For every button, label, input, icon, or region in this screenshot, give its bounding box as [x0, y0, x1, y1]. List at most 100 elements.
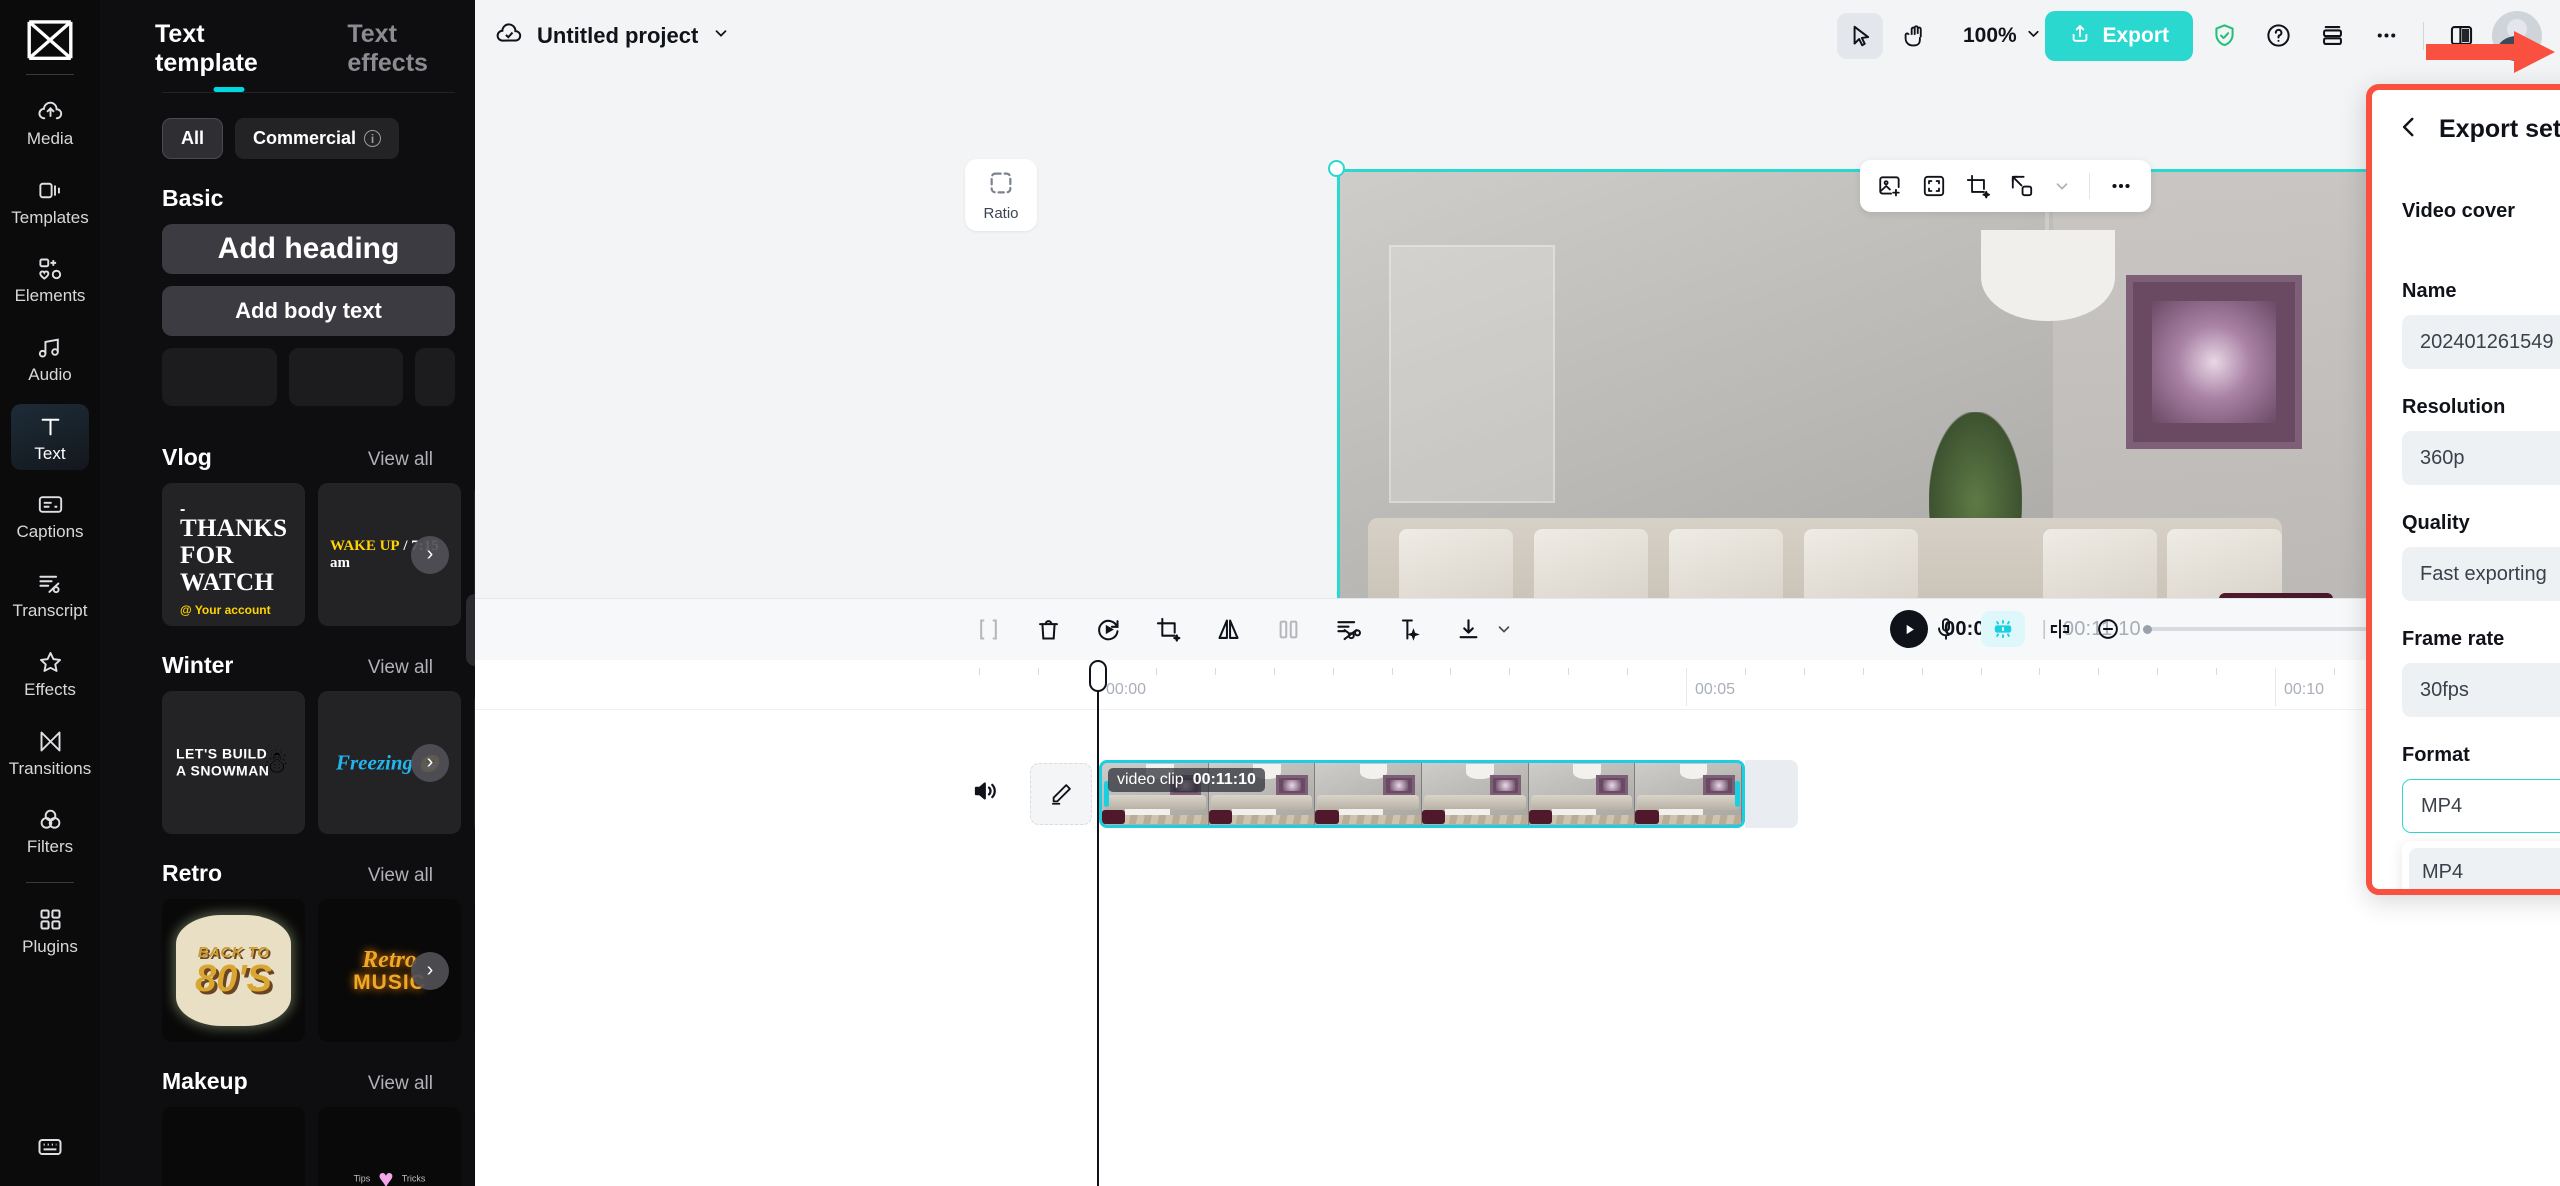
clip-trim-handle-right[interactable] — [1735, 780, 1740, 807]
tab-text-template[interactable]: Text template — [155, 20, 303, 92]
playhead[interactable] — [1089, 659, 1107, 1186]
layers-stack-icon[interactable] — [2309, 13, 2355, 59]
clip-frame — [1635, 762, 1742, 825]
timeline-video-clip[interactable]: video clip 00:11:10 — [1099, 759, 1745, 828]
chevron-down-icon — [712, 24, 730, 47]
play-button[interactable] — [1890, 610, 1928, 648]
pip-overlay-icon[interactable] — [2009, 173, 2035, 199]
crop-magic-icon[interactable] — [1965, 173, 1991, 199]
chip-commercial[interactable]: Commercial i — [235, 118, 400, 159]
sidebar-item-captions[interactable]: Captions — [11, 482, 89, 549]
chevron-left-icon[interactable] — [2396, 114, 2422, 145]
help-question-icon[interactable] — [2255, 13, 2301, 59]
sidebar-item-transitions[interactable]: Transitions — [8, 719, 92, 786]
zoom-level-control[interactable]: 100% — [1963, 24, 2042, 48]
name-input[interactable]: 202401261549 — [2402, 315, 2560, 369]
add-heading-button[interactable]: Add heading — [162, 224, 455, 274]
scroll-next-button[interactable]: › — [411, 535, 449, 574]
shield-check-icon[interactable] — [2201, 13, 2247, 59]
keyframe-icon[interactable] — [1395, 616, 1422, 643]
sidebar-item-plugins[interactable]: Plugins — [11, 897, 89, 964]
tab-text-effects[interactable]: Text effects — [347, 20, 475, 92]
heart-icon: ♥ — [378, 1163, 394, 1186]
capcut-logo-icon[interactable] — [24, 18, 76, 62]
scroll-next-button[interactable]: › — [411, 743, 449, 782]
sidebar-item-effects[interactable]: Effects — [11, 640, 89, 707]
timeline-zoom-slider[interactable] — [2143, 625, 2371, 634]
template-card-thanks-for-watch[interactable]: - THANKS FOR WATCH @ Your account — [162, 483, 305, 626]
resolution-select[interactable]: 360p — [2402, 431, 2560, 485]
quality-select[interactable]: Fast exporting — [2402, 547, 2560, 601]
ratio-button[interactable]: Ratio — [965, 159, 1037, 231]
chip-all[interactable]: All — [162, 118, 224, 159]
timeline-toolbar: 00:00:00 | 00:11:10 — [475, 597, 2560, 660]
zoom-out-icon[interactable] — [2095, 616, 2121, 642]
ruler-minor-tick — [1627, 667, 1629, 675]
clip-frame — [1315, 762, 1423, 825]
chevron-down-icon[interactable] — [2053, 177, 2071, 195]
more-dots-icon[interactable] — [2363, 13, 2409, 59]
speaker-volume-icon[interactable] — [971, 776, 1001, 811]
fit-timeline-icon[interactable] — [2047, 616, 2073, 642]
keyboard-shortcuts-icon[interactable] — [36, 1133, 64, 1166]
hand-tool[interactable] — [1893, 13, 1939, 59]
crop-icon[interactable] — [1155, 616, 1182, 643]
auto-captions-icon[interactable] — [1981, 611, 2025, 647]
section-header: Vlog View all — [162, 444, 455, 471]
template-card-back-to-80s[interactable]: BACK TO 80'S — [162, 899, 305, 1042]
view-all-link[interactable]: View all — [368, 865, 433, 887]
mirror-flip-icon[interactable] — [1215, 616, 1242, 643]
slider-knob[interactable] — [2143, 625, 2152, 634]
export-button[interactable]: Export — [2045, 10, 2193, 61]
scroll-next-button[interactable]: › — [411, 951, 449, 990]
chevron-down-icon[interactable] — [1495, 620, 1513, 638]
format-select[interactable]: MP4 — [2402, 779, 2560, 833]
add-image-icon[interactable] — [1877, 173, 1903, 199]
rail-divider-2 — [26, 881, 74, 883]
microphone-icon[interactable] — [1933, 616, 1959, 642]
sidebar-item-filters[interactable]: Filters — [11, 797, 89, 864]
sidebar-item-media[interactable]: Media — [11, 89, 89, 156]
section-header: Basic — [162, 185, 455, 212]
timeline-ruler[interactable]: 00:0000:0500:1000:1500:2000:2500:30 — [475, 660, 2560, 710]
project-menu[interactable]: Untitled project — [495, 19, 730, 52]
fit-frame-icon[interactable] — [1921, 173, 1947, 199]
more-dots-icon[interactable] — [2108, 173, 2134, 199]
upload-share-icon — [2069, 22, 2091, 50]
template-preview: LET'S BUILD A SNOWMAN — [176, 745, 269, 780]
cut-scissors-icon[interactable] — [1335, 616, 1362, 643]
section-header: Winter View all — [162, 652, 455, 679]
sidebar-item-templates[interactable]: Templates — [11, 168, 89, 235]
sidebar-item-label: Captions — [16, 522, 84, 542]
reverse-icon[interactable] — [1095, 616, 1122, 643]
split-icon[interactable] — [975, 616, 1002, 643]
sidebar-item-audio[interactable]: Audio — [11, 325, 89, 392]
view-all-link[interactable]: View all — [368, 1073, 433, 1095]
playhead-handle[interactable] — [1089, 659, 1107, 692]
frame-rate-select[interactable]: 30fps — [2402, 663, 2560, 717]
basic-template-stub[interactable] — [288, 348, 403, 406]
select-tool[interactable] — [1837, 12, 1883, 59]
edit-pencil-icon[interactable] — [1030, 762, 1092, 825]
panel-collapse-handle[interactable] — [466, 594, 475, 666]
add-body-text-button[interactable]: Add body text — [162, 286, 455, 336]
download-icon[interactable] — [1455, 616, 1482, 643]
basic-template-stub[interactable] — [162, 348, 277, 406]
sidebar-item-label: Transitions — [8, 758, 92, 778]
template-right-label: Tricks — [401, 1173, 426, 1184]
sidebar-item-text[interactable]: Text — [11, 403, 89, 471]
freeze-frame-icon[interactable] — [1275, 616, 1302, 643]
template-card-tips-tricks[interactable]: Tips ♥ Tricks — [318, 1107, 461, 1186]
basic-template-stub[interactable] — [415, 348, 455, 406]
resize-handle-top-left[interactable] — [1328, 160, 1345, 177]
template-card-lets-build-a-snowman[interactable]: LET'S BUILD A SNOWMAN ☃ — [162, 691, 305, 834]
template-card-glow-up[interactable]: GL ✦ — [162, 1107, 305, 1186]
view-all-link[interactable]: View all — [368, 657, 433, 679]
view-all-link[interactable]: View all — [368, 449, 433, 471]
sidebar-item-transcript[interactable]: Transcript — [11, 561, 89, 628]
sidebar-item-elements[interactable]: Elements — [11, 246, 89, 313]
format-option-mp4[interactable]: MP4 — [2409, 848, 2560, 889]
ruler-minor-tick — [1509, 667, 1511, 675]
delete-trash-icon[interactable] — [1035, 616, 1062, 643]
timeline-body[interactable]: 00:0000:0500:1000:1500:2000:2500:30 — [475, 659, 2560, 1186]
